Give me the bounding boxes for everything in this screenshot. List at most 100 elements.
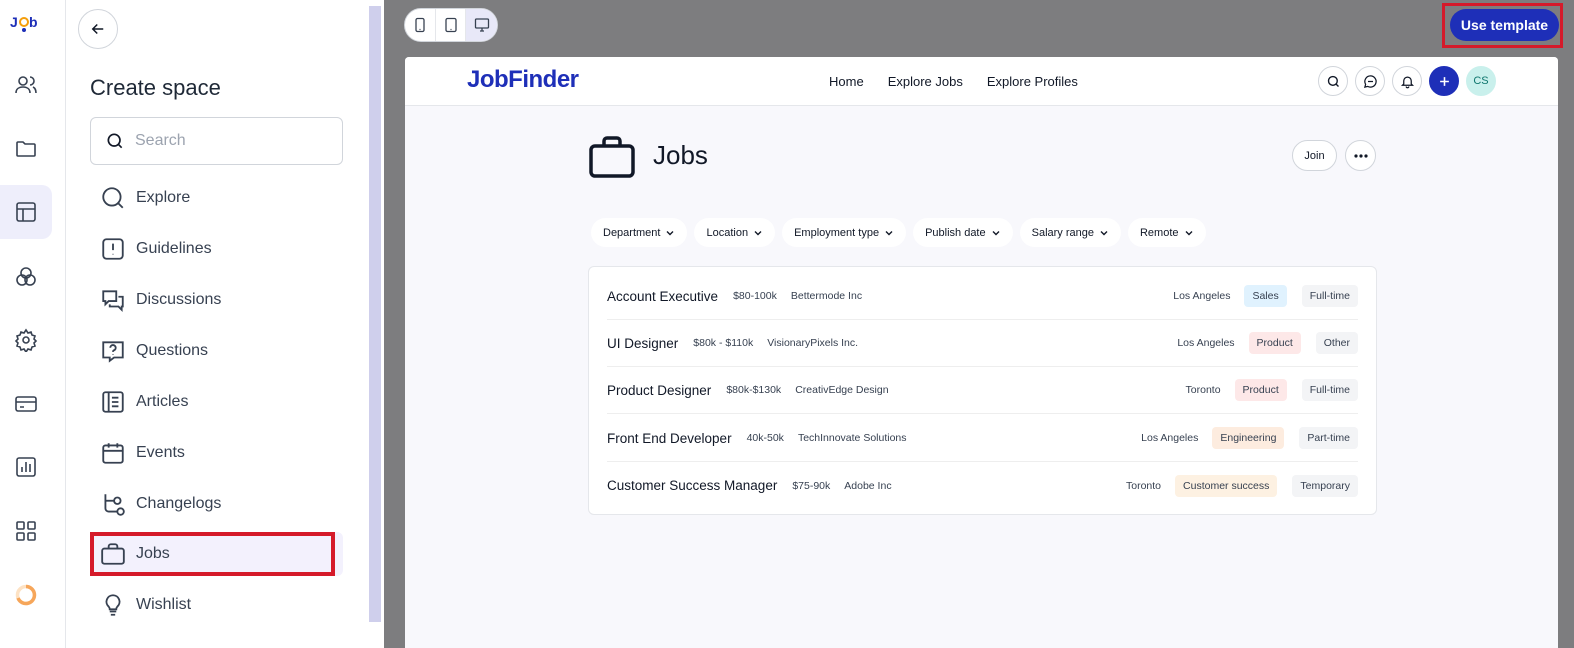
search-icon: [1327, 75, 1339, 87]
chevron-down-icon: [885, 230, 893, 235]
lightbulb-icon: [105, 594, 121, 616]
site-nav-explore-profiles[interactable]: Explore Profiles: [987, 74, 1078, 89]
site-create-button[interactable]: [1429, 66, 1459, 96]
job-salary: $75-90k: [792, 479, 831, 492]
rail-analytics-button[interactable]: [0, 440, 52, 494]
filter-label: Employment type: [794, 226, 880, 239]
search-input[interactable]: [135, 132, 335, 150]
space-type-label: Explore: [136, 189, 191, 206]
site-messages-button[interactable]: [1355, 66, 1385, 96]
space-type-changelogs[interactable]: Changelogs: [90, 482, 342, 526]
chevron-down-icon: [754, 230, 762, 235]
bar-chart-icon: [16, 457, 36, 477]
folder-icon: [16, 141, 36, 157]
layout-icon: [16, 202, 36, 222]
chevron-down-icon: [1100, 230, 1108, 235]
rail-layout-button[interactable]: [0, 185, 52, 239]
apps-grid-icon: [16, 521, 36, 541]
job-row[interactable]: UI Designer $80k - $110k VisionaryPixels…: [607, 320, 1358, 367]
site-nav: Home Explore Jobs Explore Profiles: [829, 74, 1078, 89]
article-icon: [102, 391, 124, 413]
space-type-jobs[interactable]: Jobs: [90, 532, 343, 576]
rail-progress-button[interactable]: [0, 568, 52, 622]
filter-employment-type[interactable]: Employment type: [782, 218, 907, 247]
svg-text:J: J: [10, 14, 18, 30]
site-logo-text: JobFinder: [467, 66, 579, 93]
more-horizontal-icon: [1353, 153, 1368, 158]
briefcase-icon: [101, 543, 125, 565]
job-list: Account Executive $80-100k Bettermode In…: [588, 266, 1377, 515]
filter-label: Salary range: [1031, 226, 1094, 239]
circles-icon: [16, 267, 36, 286]
mobile-view-button[interactable]: [405, 9, 436, 41]
space-type-label: Discussions: [136, 291, 222, 308]
arrow-left-icon: [91, 23, 104, 35]
site-nav-explore-jobs[interactable]: Explore Jobs: [888, 74, 963, 89]
credit-card-icon: [15, 396, 37, 412]
job-row[interactable]: Account Executive $80-100k Bettermode In…: [607, 273, 1358, 320]
rail-folder-button[interactable]: [0, 122, 52, 176]
rail-members-button[interactable]: [0, 58, 52, 112]
job-department-tag: Engineering: [1212, 427, 1285, 449]
site-nav-home[interactable]: Home: [829, 74, 864, 89]
filter-remote[interactable]: Remote: [1127, 218, 1206, 247]
job-row[interactable]: Customer Success Manager $75-90k Adobe I…: [607, 462, 1358, 509]
search-box[interactable]: [90, 117, 343, 165]
space-type-label: Events: [136, 444, 185, 461]
avatar[interactable]: CS: [1466, 66, 1496, 96]
join-button[interactable]: Join: [1292, 140, 1337, 171]
job-type-tag: Full-time: [1301, 285, 1358, 307]
job-title: Front End Developer: [607, 430, 732, 446]
briefcase-icon: [589, 136, 635, 178]
app-logo[interactable]: J b: [10, 13, 44, 33]
rail-billing-button[interactable]: [0, 377, 52, 431]
monitor-icon: [474, 18, 489, 32]
job-location: Los Angeles: [1173, 290, 1231, 302]
desktop-view-button[interactable]: [466, 9, 497, 41]
site-preview: JobFinder Home Explore Jobs Explore Prof…: [405, 57, 1558, 648]
panel-title: Create space: [90, 75, 221, 100]
back-button[interactable]: [78, 9, 118, 49]
use-template-button[interactable]: Use template: [1450, 9, 1559, 41]
space-type-label: Changelogs: [136, 495, 222, 512]
search-icon: [107, 133, 123, 149]
filter-publish-date[interactable]: Publish date: [913, 218, 1013, 247]
job-row[interactable]: Front End Developer 40k-50k TechInnovate…: [607, 415, 1358, 462]
filter-salary-range[interactable]: Salary range: [1019, 218, 1121, 247]
job-salary: $80k-$130k: [726, 384, 782, 396]
filter-label: Location: [706, 226, 749, 239]
tablet-view-button[interactable]: [436, 9, 467, 41]
job-company: Bettermode Inc: [790, 290, 863, 302]
space-type-articles[interactable]: Articles: [90, 380, 342, 424]
filter-label: Publish date: [925, 226, 986, 239]
more-options-button[interactable]: [1345, 140, 1376, 171]
job-title: Product Designer: [607, 382, 712, 398]
space-type-events[interactable]: Events: [90, 431, 342, 475]
icon-rail: J b: [0, 0, 66, 648]
filter-department[interactable]: Department: [591, 218, 688, 247]
job-row[interactable]: Product Designer $80k-$130k CreativEdge …: [607, 367, 1358, 414]
space-type-label: Wishlist: [136, 596, 192, 613]
chevron-down-icon: [666, 230, 674, 235]
job-company: CreativEdge Design: [795, 384, 889, 396]
space-type-guidelines[interactable]: Guidelines: [90, 227, 342, 271]
space-type-wishlist[interactable]: Wishlist: [90, 583, 342, 627]
site-search-button[interactable]: [1318, 66, 1348, 96]
gear-icon: [14, 328, 38, 352]
space-type-explore[interactable]: Explore: [90, 176, 342, 220]
site-notifications-button[interactable]: [1392, 66, 1422, 96]
filter-location[interactable]: Location: [694, 218, 776, 247]
site-logo[interactable]: JobFinder: [467, 66, 579, 94]
rail-circles-button[interactable]: [0, 250, 52, 304]
rail-apps-button[interactable]: [0, 504, 52, 558]
space-type-questions[interactable]: Questions: [90, 329, 342, 373]
space-type-discussions[interactable]: Discussions: [90, 278, 342, 322]
question-icon: [102, 341, 124, 363]
message-icon: [1363, 74, 1377, 88]
job-type-tag: Other: [1315, 332, 1358, 354]
members-icon: [15, 76, 37, 94]
panel-scrollbar-thumb[interactable]: [369, 6, 381, 622]
rail-settings-button[interactable]: [0, 313, 52, 367]
space-type-label: Jobs: [136, 545, 170, 562]
space-type-label: Articles: [136, 393, 189, 410]
